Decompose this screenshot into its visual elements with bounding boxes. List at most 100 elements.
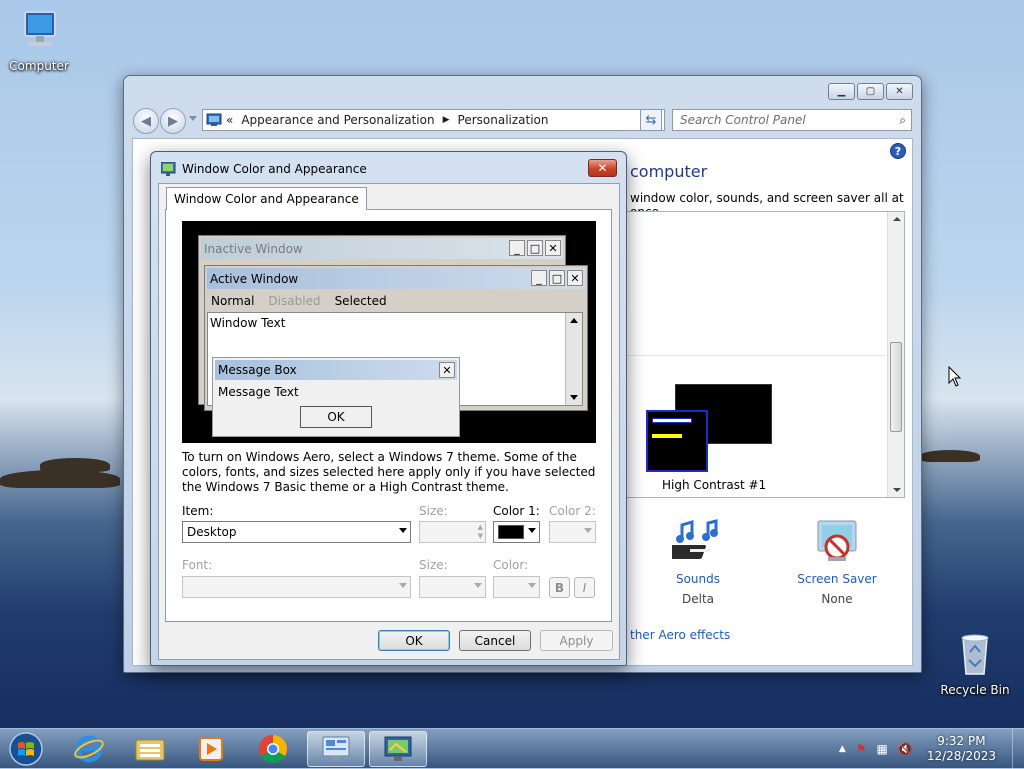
forward-button[interactable]: ▶	[160, 108, 186, 134]
tab-window-color[interactable]: Window Color and Appearance	[166, 187, 367, 210]
chevron-down-icon	[399, 583, 407, 588]
preview-inactive-title: Inactive Window	[204, 241, 303, 256]
cancel-button[interactable]: Cancel	[459, 630, 531, 651]
italic-toggle[interactable]: I	[574, 577, 595, 598]
preview-menu-normal: Normal	[211, 294, 255, 308]
dialog-title: Window Color and Appearance	[182, 162, 367, 176]
show-hidden-icons-icon[interactable]: ▲	[839, 744, 846, 754]
desktop-icon-label: Recycle Bin	[940, 683, 1010, 697]
file-explorer-icon	[135, 739, 165, 761]
maximize-icon: ▢	[865, 86, 876, 97]
size-spinner[interactable]: ▲ ▼	[419, 521, 486, 543]
show-desktop-button[interactable]	[1012, 729, 1024, 769]
aero-effects-link[interactable]: ther Aero effects	[630, 628, 730, 642]
screen-saver-label[interactable]: Screen Saver	[797, 572, 877, 586]
preview-menu-disabled: Disabled	[268, 294, 321, 308]
clock[interactable]: 9:32 PM 12/28/2023	[927, 734, 996, 764]
item-dropdown[interactable]: Desktop	[182, 521, 411, 543]
chevron-down-icon	[528, 583, 536, 588]
font-label: Font:	[182, 558, 213, 572]
item-dropdown-value: Desktop	[187, 525, 237, 539]
forward-arrow-icon: ▶	[168, 113, 178, 129]
search-input[interactable]: Search Control Panel ⌕	[672, 109, 912, 131]
taskbar-internet-explorer[interactable]	[60, 731, 118, 767]
taskbar: ▲ ⚑ ▦ 🔇 9:32 PM 12/28/2023	[0, 728, 1024, 769]
maximize-icon: □	[527, 240, 543, 256]
sounds-item[interactable]: Sounds Delta	[663, 519, 733, 606]
theme-item-high-contrast[interactable]: High Contrast #1	[632, 384, 782, 494]
sounds-label[interactable]: Sounds	[663, 572, 733, 586]
control-panel-icon	[322, 736, 350, 761]
action-center-flag-icon[interactable]: ⚑	[856, 742, 867, 756]
search-placeholder: Search Control Panel	[680, 113, 806, 127]
taskbar-file-explorer[interactable]	[121, 731, 179, 767]
font-dropdown[interactable]	[182, 576, 411, 598]
address-bar[interactable]: « Appearance and Personalization ▶ Perso…	[202, 109, 665, 131]
music-notes-icon	[664, 519, 718, 559]
clock-time: 9:32 PM	[937, 734, 986, 748]
help-icon[interactable]: ?	[890, 143, 906, 159]
scrollbar-thumb[interactable]	[890, 342, 902, 432]
breadcrumb-item-appearance[interactable]: Appearance and Personalization	[241, 113, 434, 127]
color2-label: Color 2:	[549, 504, 596, 518]
refresh-icon: ⇆	[645, 112, 657, 128]
close-button[interactable]: ✕	[886, 83, 913, 100]
taskbar-display-settings[interactable]	[369, 731, 427, 767]
color1-picker[interactable]	[493, 521, 540, 543]
theme-name: High Contrast #1	[662, 478, 767, 492]
refresh-button[interactable]: ⇆	[640, 109, 662, 131]
ok-button[interactable]: OK	[378, 630, 450, 651]
display-settings-icon	[161, 162, 176, 176]
appearance-preview[interactable]: Inactive Window _ □ ✕ Active Window _ □	[182, 221, 596, 443]
screen-saver-item[interactable]: Screen Saver None	[797, 519, 877, 606]
chevron-down-icon	[528, 528, 536, 533]
theme-list-scrollbar[interactable]	[887, 212, 904, 497]
apply-button[interactable]: Apply	[540, 630, 613, 651]
dialog-close-button[interactable]: ✕	[588, 159, 617, 177]
preview-active-title: Active Window	[210, 271, 299, 286]
minimize-button[interactable]: ▁	[828, 83, 855, 100]
sounds-value: Delta	[681, 592, 714, 606]
theme-list: High Contrast #1	[623, 211, 905, 498]
control-panel-icon	[206, 113, 222, 126]
breadcrumb-prefix[interactable]: «	[226, 113, 233, 127]
minimize-icon: ▁	[837, 86, 846, 97]
chrome-icon	[259, 735, 287, 763]
taskbar-chrome[interactable]	[244, 731, 302, 767]
desktop-icon-computer[interactable]: Computer	[4, 8, 74, 73]
clock-date: 12/28/2023	[926, 749, 996, 763]
scroll-up-icon	[570, 318, 578, 323]
maximize-button[interactable]: ▢	[857, 83, 884, 100]
close-icon: ✕	[567, 270, 583, 286]
chevron-down-icon	[584, 528, 592, 533]
color2-picker[interactable]	[549, 521, 596, 543]
volume-muted-icon[interactable]: 🔇	[898, 742, 913, 756]
minimize-icon: _	[509, 240, 525, 256]
scroll-down-icon[interactable]	[893, 488, 901, 492]
font-size-dropdown[interactable]	[419, 576, 486, 598]
breadcrumb-item-personalization[interactable]: Personalization	[458, 113, 549, 127]
back-arrow-icon: ◀	[141, 113, 151, 129]
item-label: Item:	[182, 504, 214, 518]
search-icon[interactable]: ⌕	[899, 113, 906, 128]
desktop-icon-recycle-bin[interactable]: Recycle Bin	[940, 630, 1010, 697]
start-button[interactable]	[6, 731, 46, 767]
recent-pages-dropdown[interactable]	[189, 116, 197, 121]
preview-active-title-bar: Active Window	[207, 268, 585, 289]
taskbar-media-player[interactable]	[182, 731, 240, 767]
bold-toggle[interactable]: B	[549, 577, 570, 598]
preview-message-title: Message Box	[218, 363, 297, 377]
chevron-down-icon	[474, 583, 482, 588]
close-icon: ✕	[597, 161, 608, 175]
close-icon: ✕	[545, 240, 561, 256]
back-button[interactable]: ◀	[133, 108, 159, 134]
network-icon[interactable]: ▦	[877, 742, 888, 756]
preview-message-text: Message Text	[218, 385, 299, 399]
preview-scrollbar	[565, 313, 582, 405]
window-caption-buttons: ▁ ▢ ✕	[828, 83, 913, 100]
preview-active-buttons: _ □ ✕	[531, 270, 583, 286]
scroll-up-icon[interactable]	[893, 217, 901, 221]
taskbar-control-panel[interactable]	[307, 731, 365, 767]
font-color-picker[interactable]	[493, 576, 540, 598]
tab-panel: Inactive Window _ □ ✕ Active Window _ □	[165, 209, 612, 622]
